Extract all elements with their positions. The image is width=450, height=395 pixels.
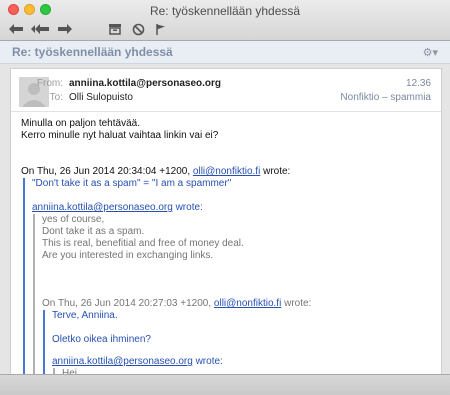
- reply-all-icon[interactable]: [28, 21, 52, 37]
- body-line: Kerro minulle nyt haluat vaihtaa linkin …: [21, 130, 219, 141]
- from-label: From:: [36, 78, 63, 89]
- header-divider: [11, 111, 441, 112]
- quote-bar: [33, 214, 35, 379]
- junk-icon[interactable]: [129, 21, 147, 37]
- forward-icon[interactable]: [55, 21, 75, 37]
- quoted-line: "Don't take it as a spam" = "I am a spam…: [32, 178, 232, 189]
- sender-address[interactable]: anniina.kottila@personaseo.org: [69, 78, 221, 89]
- message-card: From: To: anniina.kottila@personaseo.org…: [10, 68, 442, 379]
- email-link[interactable]: olli@nonfiktio.fi: [193, 166, 260, 177]
- quoted-line: This is real, benefitial and free of mon…: [42, 238, 244, 249]
- quote-attribution: anniina.kottila@personaseo.org wrote:: [32, 202, 203, 213]
- body-line: Minulla on paljon tehtävää.: [21, 118, 140, 129]
- message-subject-bar: Re: työskennellään yhdessä ⚙▾: [0, 41, 450, 64]
- mail-window: Re: työskennellään yhdessä Re: työskenne…: [0, 0, 450, 395]
- window-bottom-bar: [0, 374, 450, 395]
- quote-attribution: On Thu, 26 Jun 2014 20:34:04 +1200, olli…: [21, 166, 291, 177]
- quoted-line: Are you interested in exchanging links.: [42, 250, 214, 261]
- archive-icon[interactable]: [106, 21, 124, 37]
- quoted-line: Dont take it as a spam.: [42, 226, 145, 237]
- flag-icon[interactable]: [152, 21, 170, 37]
- quote-attribution: anniina.kottila@personaseo.org wrote:: [52, 356, 223, 367]
- email-link[interactable]: anniina.kottila@personaseo.org: [32, 202, 173, 213]
- quote-bar: [23, 178, 25, 379]
- gear-icon[interactable]: ⚙▾: [423, 46, 438, 59]
- message-time: 12.36: [405, 78, 431, 89]
- quote-bar: [43, 310, 45, 379]
- window-title: Re: työskennellään yhdessä: [149, 4, 301, 18]
- to-label: To:: [49, 92, 63, 103]
- message-folder: Nonfiktio – spammia: [340, 92, 431, 103]
- quoted-line: yes of course,: [42, 214, 105, 225]
- message-subject: Re: työskennellään yhdessä: [12, 45, 173, 59]
- email-link[interactable]: anniina.kottila@personaseo.org: [52, 356, 193, 367]
- reply-icon[interactable]: [6, 21, 26, 37]
- quote-attribution: On Thu, 26 Jun 2014 20:27:03 +1200, olli…: [42, 298, 312, 309]
- recipient-name[interactable]: Olli Sulopuisto: [69, 92, 133, 103]
- email-link[interactable]: olli@nonfiktio.fi: [214, 298, 281, 309]
- title-bar: Re: työskennellään yhdessä: [0, 0, 450, 41]
- message-pane: From: To: anniina.kottila@personaseo.org…: [0, 64, 450, 379]
- quoted-line: Terve, Anniina.: [52, 310, 118, 321]
- quoted-line: Oletko oikea ihminen?: [52, 334, 151, 345]
